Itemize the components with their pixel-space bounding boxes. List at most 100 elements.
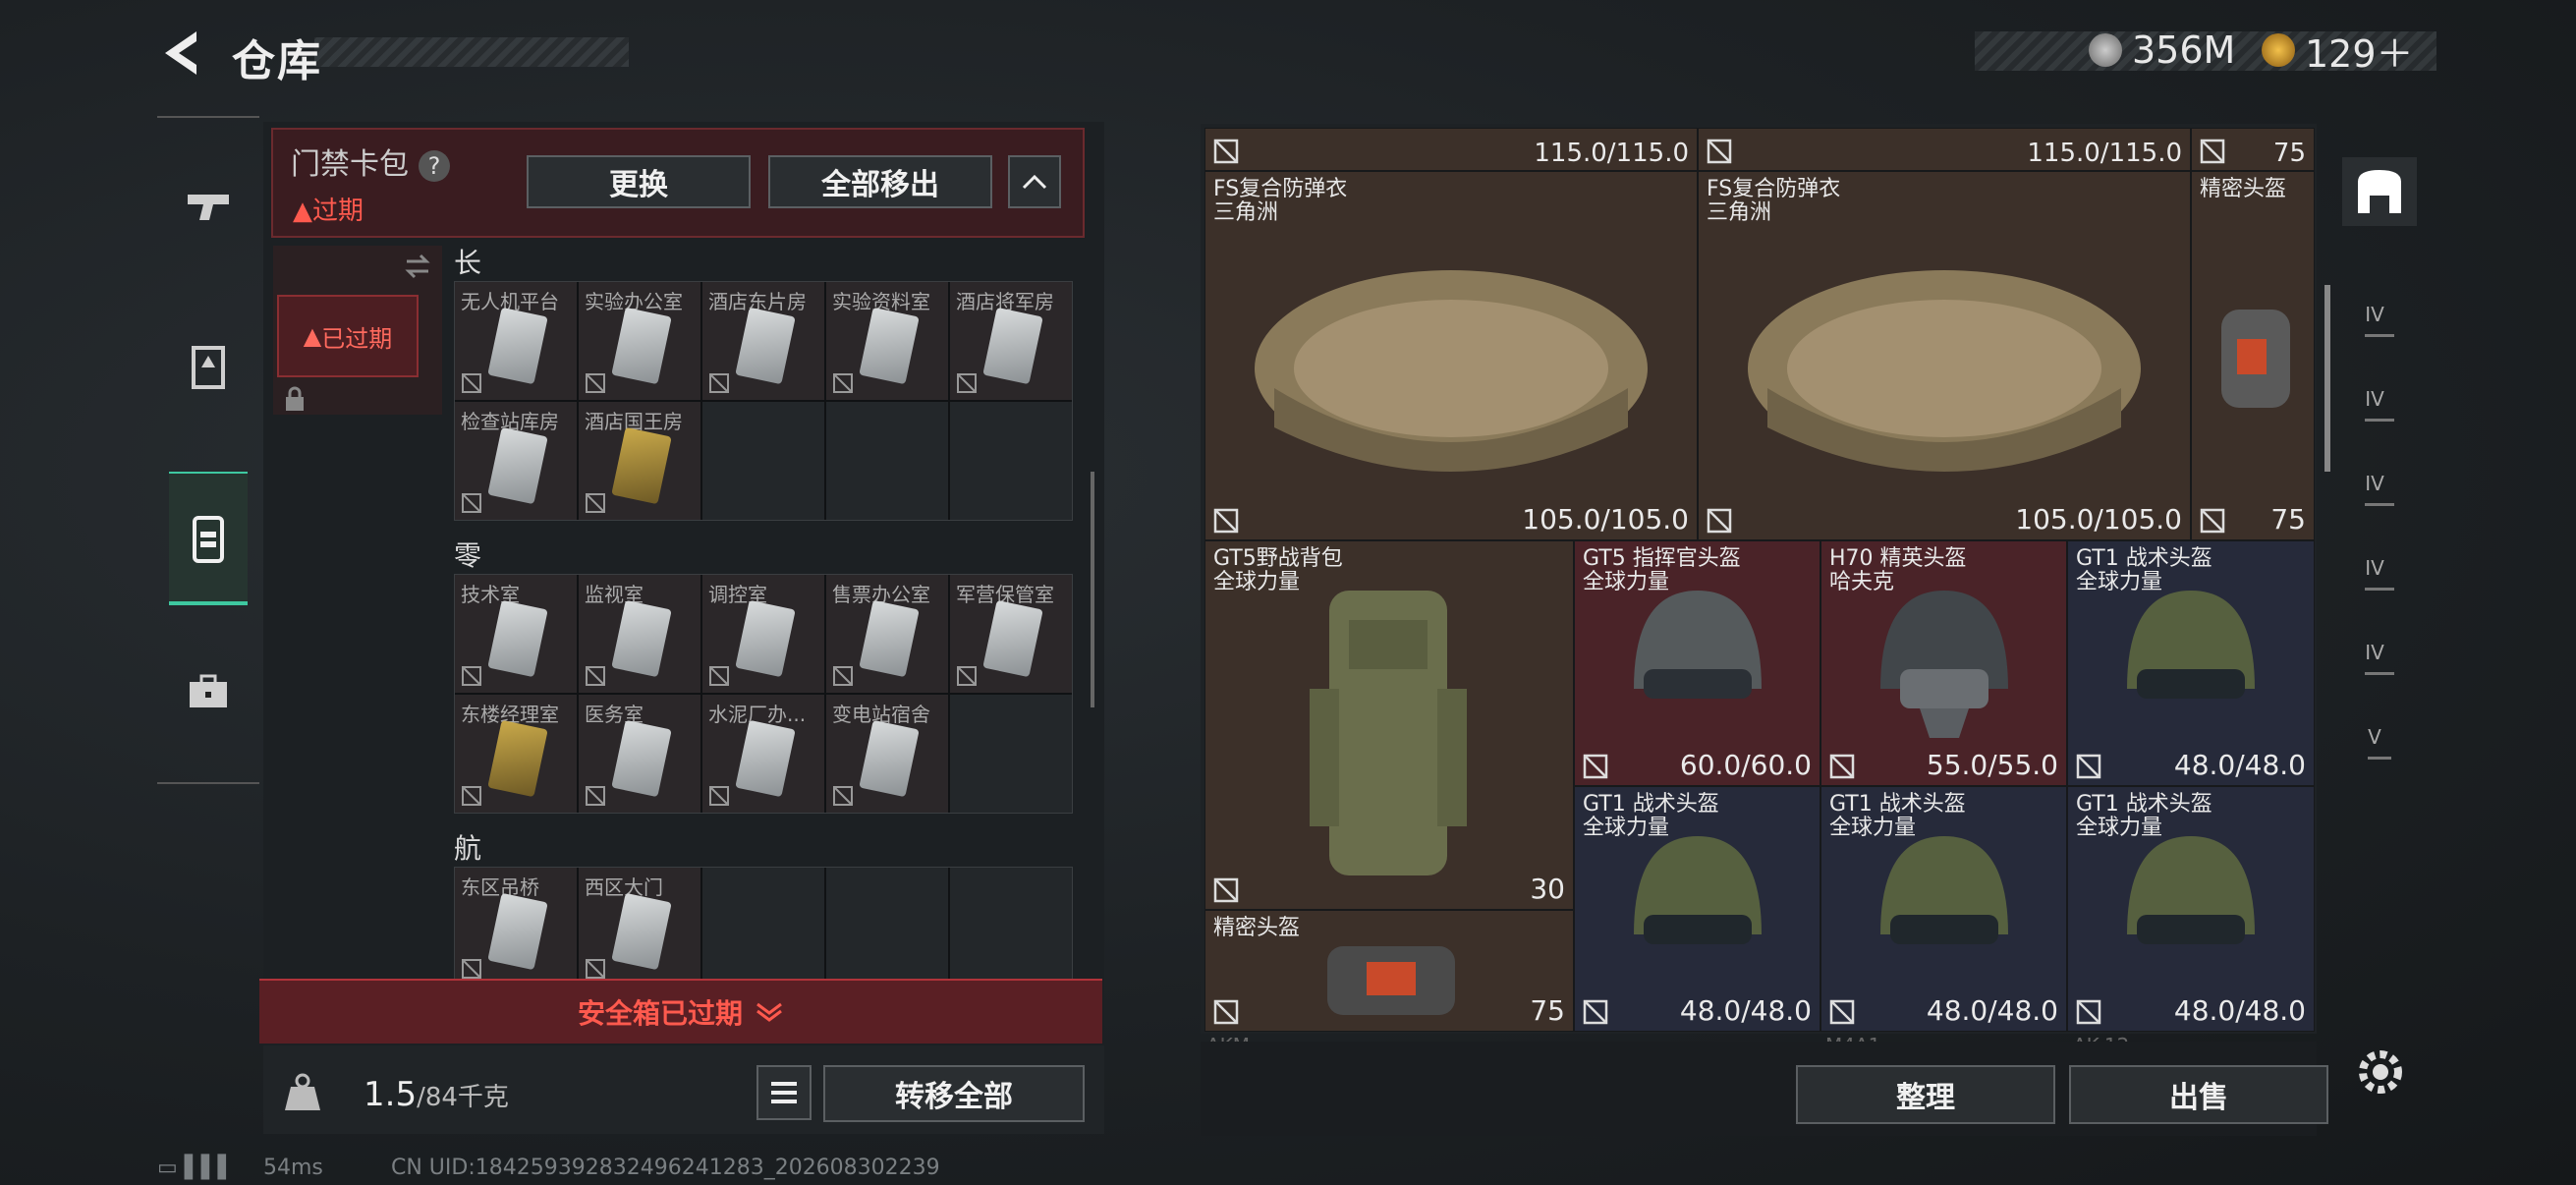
side-tab-tier-label: IV	[2365, 556, 2394, 591]
access-card[interactable]: 酒店国王房	[579, 402, 700, 520]
access-card[interactable]: 东区吊桥	[455, 868, 577, 986]
side-tab-tier-label: IV	[2365, 472, 2394, 506]
side-tab-tier-label: IV	[2365, 641, 2394, 675]
no-insure-icon	[1583, 999, 1608, 1025]
side-tab-tier[interactable]: V	[2342, 707, 2417, 776]
helmet-image	[1634, 836, 1762, 944]
item-durability: 75	[2272, 139, 2306, 168]
keycard-image	[611, 599, 672, 678]
back-arrow-icon[interactable]	[157, 26, 206, 81]
access-card[interactable]: 售票办公室	[826, 575, 948, 693]
empty-card-slot[interactable]	[702, 402, 824, 520]
no-insure-icon	[462, 373, 481, 393]
left-scrollbar[interactable]	[1091, 472, 1094, 707]
item-durability: 60.0/60.0	[1679, 749, 1812, 781]
side-tab-all[interactable]	[2342, 157, 2417, 226]
stash-item-helmet-small[interactable]: 精密头盔 75	[1204, 910, 1574, 1032]
no-insure-icon	[586, 493, 605, 513]
chevron-down-icon	[756, 1002, 782, 1022]
keycard-image	[487, 719, 548, 798]
stash-item-helmet[interactable]: GT1 战术头盔 全球力量 48.0/48.0	[2067, 786, 2315, 1032]
empty-card-slot[interactable]	[950, 402, 1072, 520]
access-card[interactable]: 医务室	[579, 695, 700, 813]
side-tab-tier[interactable]: IV	[2342, 454, 2417, 523]
remove-all-button[interactable]: 全部移出	[768, 155, 992, 208]
nav-item-case[interactable]	[169, 652, 248, 731]
replace-button[interactable]: 更换	[527, 155, 751, 208]
collapse-button[interactable]	[1008, 155, 1061, 208]
item-capacity: 30	[1530, 873, 1565, 905]
empty-card-slot[interactable]	[702, 868, 824, 986]
access-card[interactable]: 酒店将军房	[950, 282, 1072, 400]
stash-item-backpack[interactable]: GT5野战背包 全球力量 30	[1204, 540, 1574, 910]
stash-item-vest[interactable]: FS复合防弹衣 三角洲 105.0/105.0	[1698, 171, 2191, 540]
backpack-image	[1310, 591, 1467, 875]
no-insure-icon	[586, 666, 605, 686]
weight-value: 1.5	[364, 1075, 418, 1114]
stash-item-helmet[interactable]: GT5 指挥官头盔 全球力量 60.0/60.0	[1574, 540, 1820, 786]
stash-item-helmet[interactable]: H70 精英头盔 哈夫克 55.0/55.0	[1820, 540, 2067, 786]
access-card[interactable]: 酒店东片房	[702, 282, 824, 400]
nav-item-armor[interactable]	[169, 328, 248, 407]
no-insure-icon	[462, 786, 481, 806]
card-grid: 技术室 监视室 调控室 售票办公室 军营保管室东楼经理室 医务室 水泥厂办... 变电站宿舍	[454, 574, 1073, 814]
body-armor-image	[1748, 270, 2141, 472]
access-card[interactable]: 实验资料室	[826, 282, 948, 400]
list-view-button[interactable]	[756, 1065, 812, 1120]
access-card[interactable]: 调控室	[702, 575, 824, 693]
stash-item-helmet[interactable]: GT1 战术头盔 全球力量 48.0/48.0	[1820, 786, 2067, 1032]
swap-icon[interactable]	[403, 252, 432, 281]
side-tab-tier[interactable]: IV	[2342, 623, 2417, 692]
access-card[interactable]: 技术室	[455, 575, 577, 693]
access-card[interactable]: 军营保管室	[950, 575, 1072, 693]
stash-item-top-right[interactable]: 75	[2191, 128, 2315, 171]
nav-item-backpack[interactable]	[169, 472, 248, 605]
access-card[interactable]: 西区大门	[579, 868, 700, 986]
stash-item-top-mid[interactable]: 115.0/115.0	[1698, 128, 2191, 171]
side-tab-tier[interactable]: IV	[2342, 285, 2417, 354]
organize-button[interactable]: 整理	[1796, 1065, 2055, 1124]
side-tab-tier[interactable]: IV	[2342, 369, 2417, 438]
access-card[interactable]: 检查站库房	[455, 402, 577, 520]
no-insure-icon	[2200, 508, 2225, 534]
item-name: 精密头盔	[2200, 177, 2287, 201]
access-card[interactable]: 监视室	[579, 575, 700, 693]
stash-scrollbar[interactable]	[2324, 285, 2330, 472]
no-insure-icon	[586, 373, 605, 393]
side-tab-tier[interactable]: IV	[2342, 538, 2417, 607]
sell-button[interactable]: 出售	[2069, 1065, 2328, 1124]
stash-item-helmet[interactable]: GT1 战术头盔 全球力量 48.0/48.0	[1574, 786, 1820, 1032]
help-icon[interactable]: ?	[419, 150, 450, 182]
stash-item-helmet-small[interactable]: 精密头盔 75	[2191, 171, 2315, 540]
side-tab-tier-label: IV	[2365, 387, 2394, 422]
access-card[interactable]: 变电站宿舍	[826, 695, 948, 813]
stash-item-vest[interactable]: FS复合防弹衣 三角洲 105.0/105.0	[1204, 171, 1698, 540]
empty-card-slot[interactable]	[950, 868, 1072, 986]
gear-icon[interactable]	[2354, 1045, 2407, 1099]
empty-card-slot[interactable]	[950, 695, 1072, 813]
helmet-image	[1634, 591, 1762, 699]
access-card[interactable]: 水泥厂办...	[702, 695, 824, 813]
stash-item-helmet[interactable]: GT1 战术头盔 全球力量 48.0/48.0	[2067, 540, 2315, 786]
stash-item-top-left[interactable]: 115.0/115.0	[1204, 128, 1698, 171]
access-card[interactable]: 东楼经理室	[455, 695, 577, 813]
item-durability: 115.0/115.0	[2027, 139, 2182, 168]
gun-icon	[188, 195, 229, 220]
keycard-image	[735, 719, 796, 798]
card-grid: 东区吊桥 西区大门	[454, 867, 1073, 987]
keycard-image	[859, 307, 920, 385]
item-name: FS复合防弹衣 三角洲	[1213, 177, 1348, 225]
empty-card-slot[interactable]	[826, 868, 948, 986]
silver-coin-icon	[2089, 33, 2122, 67]
access-card[interactable]: 无人机平台	[455, 282, 577, 400]
access-card[interactable]: 实验办公室	[579, 282, 700, 400]
keycard-image	[982, 307, 1043, 385]
empty-card-slot[interactable]	[826, 402, 948, 520]
currency-silver: 356M	[2089, 28, 2235, 73]
transfer-all-button[interactable]: 转移全部	[823, 1065, 1085, 1122]
no-insure-icon	[462, 666, 481, 686]
briefcase-icon	[190, 674, 227, 707]
card-pack-status: ▲过期	[293, 191, 364, 227]
nav-item-weapons[interactable]	[169, 167, 248, 246]
safe-box-expired-bar[interactable]: 安全箱已过期	[259, 979, 1102, 1044]
